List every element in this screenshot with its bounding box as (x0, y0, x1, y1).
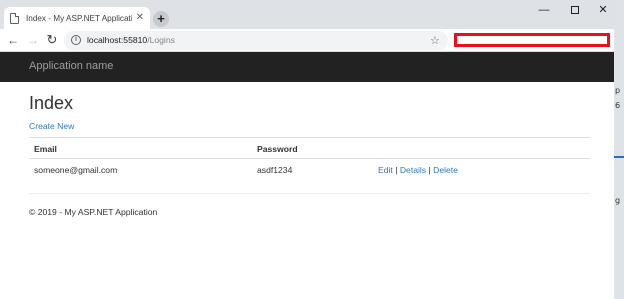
page-content: Index Create New Email Password someone@… (0, 82, 614, 299)
maximize-button[interactable] (561, 3, 589, 17)
desktop-text-fragment: g (615, 196, 621, 205)
bookmark-star-icon[interactable]: ☆ (430, 34, 440, 47)
url-path: /Logins (147, 35, 175, 45)
action-separator: | (395, 165, 398, 175)
document-icon (10, 12, 19, 24)
url-host: localhost:55810 (87, 35, 148, 45)
table-header-row: Email Password (29, 137, 590, 159)
desktop-background: p 6 g (614, 0, 624, 299)
minimize-button[interactable]: — (530, 3, 558, 17)
info-icon[interactable]: i (71, 35, 81, 45)
browser-titlebar: Index - My ASP.NET Application ✕ + — ✕ (0, 0, 614, 29)
window-close-button[interactable]: ✕ (592, 3, 614, 17)
edit-link[interactable]: Edit (378, 165, 393, 175)
new-tab-button[interactable]: + (153, 11, 169, 27)
maximize-icon (571, 6, 579, 15)
tab-title: Index - My ASP.NET Application (26, 13, 132, 23)
arrow-right-icon: → (27, 33, 39, 47)
column-header-email: Email (34, 144, 57, 154)
delete-link[interactable]: Delete (433, 165, 458, 175)
footer-divider (29, 193, 590, 194)
back-button[interactable]: ← (6, 33, 20, 47)
footer-text: © 2019 - My ASP.NET Application (29, 207, 158, 217)
action-separator: | (428, 165, 431, 175)
reload-button[interactable]: ↻ (45, 33, 59, 47)
address-bar[interactable]: i localhost:55810/Logins (64, 31, 448, 50)
column-header-password: Password (257, 144, 298, 154)
page-title: Index (29, 93, 74, 113)
forward-button[interactable]: → (26, 33, 40, 47)
logins-table: Email Password someone@gmail.com asdf123… (29, 137, 590, 182)
desktop-text-fragment: 6 (615, 101, 621, 110)
navbar-brand-link[interactable]: Application name (29, 60, 113, 72)
browser-window: Index - My ASP.NET Application ✕ + — ✕ ←… (0, 0, 614, 299)
close-icon: ✕ (598, 4, 608, 16)
address-url: localhost:55810/Logins (87, 34, 175, 46)
cell-email: someone@gmail.com (34, 165, 118, 175)
cell-password: asdf1234 (257, 165, 293, 175)
app-navbar: Application name (0, 52, 614, 82)
browser-tab[interactable]: Index - My ASP.NET Application ✕ (4, 7, 150, 29)
tab-close-icon[interactable]: ✕ (136, 13, 144, 23)
create-new-link[interactable]: Create New (29, 121, 74, 131)
table-row: someone@gmail.com asdf1234 Edit | Detail… (29, 159, 590, 182)
reload-icon: ↻ (46, 32, 58, 47)
desktop-text-fragment: p (615, 86, 621, 95)
minimize-icon: — (538, 4, 550, 16)
highlight-box (454, 33, 610, 47)
desktop-accent-bar (614, 156, 624, 158)
row-actions: Edit | Details | Delete (378, 165, 458, 175)
arrow-left-icon: ← (7, 33, 19, 47)
details-link[interactable]: Details (400, 165, 426, 175)
